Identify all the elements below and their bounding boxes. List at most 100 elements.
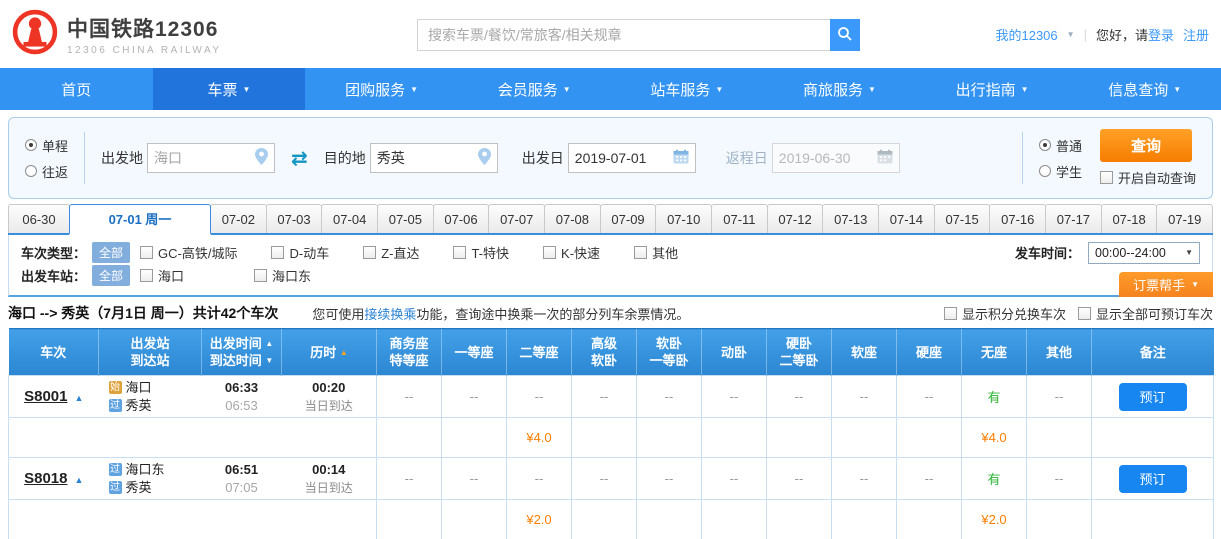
sort-asc-icon[interactable]: ▲ <box>340 348 348 357</box>
nav-item-4[interactable]: 站车服务▼ <box>611 68 764 110</box>
show-all-bookable-checkbox[interactable]: 显示全部可预订车次 <box>1078 304 1213 323</box>
train-type-checkbox-5[interactable]: 其他 <box>634 243 678 262</box>
search-input[interactable] <box>417 19 830 51</box>
register-link[interactable]: 注册 <box>1183 25 1209 44</box>
col-header-0: 车次 <box>9 329 99 376</box>
brand-logo[interactable]: 中国铁路12306 12306 CHINA RAILWAY <box>12 9 222 60</box>
date-tab-07-15[interactable]: 07-15 <box>934 204 991 235</box>
show-points-trains-checkbox[interactable]: 显示积分兑换车次 <box>944 304 1066 323</box>
train-type-checkbox-0[interactable]: GC-高铁/城际 <box>140 243 237 262</box>
train-number-link[interactable]: S8001 <box>24 388 67 405</box>
date-tab-07-06[interactable]: 07-06 <box>433 204 490 235</box>
normal-ticket-radio[interactable]: 普通 <box>1039 136 1082 155</box>
to-city-input[interactable] <box>377 150 478 166</box>
train-number-link[interactable]: S8018 <box>24 470 67 487</box>
depart-date-field[interactable] <box>568 143 696 173</box>
date-tab-07-01[interactable]: 07-01 周一 <box>69 204 211 235</box>
col-header-2[interactable]: 出发时间 ▲到达时间 ▼ <box>202 329 282 376</box>
nav-item-7[interactable]: 信息查询▼ <box>1068 68 1221 110</box>
date-tab-07-14[interactable]: 07-14 <box>878 204 935 235</box>
from-city-field[interactable] <box>147 143 275 173</box>
date-tab-07-09[interactable]: 07-09 <box>600 204 657 235</box>
price-cell <box>702 500 767 539</box>
train-type-all-badge[interactable]: 全部 <box>92 242 130 263</box>
checkbox-icon <box>944 307 957 320</box>
seat-availability-cell: -- <box>702 458 767 500</box>
transfer-link[interactable]: 接续换乘 <box>364 307 416 322</box>
nav-item-5[interactable]: 商旅服务▼ <box>763 68 916 110</box>
nav-item-2[interactable]: 团购服务▼ <box>305 68 458 110</box>
date-tab-07-18[interactable]: 07-18 <box>1101 204 1158 235</box>
date-tab-07-12[interactable]: 07-12 <box>767 204 824 235</box>
transfer-tip: 您可使用接续换乘功能，查询途中换乘一次的部分列车余票情况。 <box>312 304 689 323</box>
one-way-radio[interactable]: 单程 <box>25 136 68 155</box>
times-cell: 06:5107:05 <box>202 458 282 500</box>
chevron-down-icon: ▼ <box>1067 30 1075 39</box>
train-type-checkbox-2[interactable]: Z-直达 <box>363 243 419 262</box>
login-link[interactable]: 登录 <box>1148 28 1174 43</box>
round-trip-radio[interactable]: 往返 <box>25 162 68 181</box>
train-type-checkbox-1[interactable]: D-动车 <box>271 243 329 262</box>
station-all-badge[interactable]: 全部 <box>92 265 130 286</box>
col-header-8: 软卧一等卧 <box>637 329 702 376</box>
book-button[interactable]: 预订 <box>1119 465 1187 493</box>
checkbox-icon <box>254 269 267 282</box>
depart-time-select[interactable]: 00:00--24:00 ▼ <box>1088 242 1200 264</box>
student-ticket-radio[interactable]: 学生 <box>1039 162 1082 181</box>
query-button[interactable]: 查询 <box>1100 129 1192 162</box>
date-tab-07-07[interactable]: 07-07 <box>488 204 545 235</box>
from-city-input[interactable] <box>154 150 255 166</box>
train-type-checkbox-4[interactable]: K-快速 <box>543 243 600 262</box>
sort-asc-icon[interactable]: ▲ <box>265 339 273 348</box>
station-badge-icon: 过 <box>109 463 122 476</box>
date-tab-07-19[interactable]: 07-19 <box>1156 204 1213 235</box>
nav-item-1[interactable]: 车票▼ <box>153 68 306 110</box>
passenger-type-group: 普通 学生 <box>1039 136 1082 181</box>
seat-availability-cell: -- <box>832 458 897 500</box>
price-cell <box>442 500 507 539</box>
collapse-icon[interactable]: ▲ <box>74 393 83 403</box>
seat-availability-cell: -- <box>572 458 637 500</box>
date-tab-07-03[interactable]: 07-03 <box>266 204 323 235</box>
china-railway-logo-icon <box>12 9 58 60</box>
divider: | <box>1084 27 1087 42</box>
seat-availability-cell: -- <box>442 458 507 500</box>
date-tab-07-05[interactable]: 07-05 <box>377 204 434 235</box>
sort-desc-icon[interactable]: ▼ <box>265 356 273 365</box>
date-tab-07-02[interactable]: 07-02 <box>210 204 267 235</box>
date-tab-07-11[interactable]: 07-11 <box>711 204 768 235</box>
depart-station-checkbox-0[interactable]: 海口 <box>140 266 184 285</box>
chevron-down-icon: ▼ <box>868 85 876 94</box>
book-button[interactable]: 预订 <box>1119 383 1187 411</box>
my-12306-link[interactable]: 我的12306 <box>995 25 1057 44</box>
col-header-3[interactable]: 历时 ▲ <box>282 329 377 376</box>
train-type-checkbox-3[interactable]: T-特快 <box>453 243 509 262</box>
checkbox-icon <box>543 246 556 259</box>
search-button[interactable] <box>830 19 860 51</box>
nav-item-6[interactable]: 出行指南▼ <box>916 68 1069 110</box>
auto-query-checkbox[interactable]: 开启自动查询 <box>1100 168 1196 187</box>
date-tab-06-30[interactable]: 06-30 <box>8 204 70 235</box>
checkbox-icon <box>271 246 284 259</box>
nav-item-3[interactable]: 会员服务▼ <box>458 68 611 110</box>
date-tab-07-10[interactable]: 07-10 <box>655 204 712 235</box>
date-tab-07-17[interactable]: 07-17 <box>1045 204 1102 235</box>
stations-cell: 过海口东过秀英 <box>99 458 202 500</box>
date-tab-07-04[interactable]: 07-04 <box>321 204 378 235</box>
depart-date-input[interactable] <box>575 150 673 166</box>
depart-station-label: 出发车站： <box>21 266 86 285</box>
date-tab-07-08[interactable]: 07-08 <box>544 204 601 235</box>
date-tab-07-13[interactable]: 07-13 <box>822 204 879 235</box>
collapse-icon[interactable]: ▲ <box>74 475 83 485</box>
depart-station-checkbox-1[interactable]: 海口东 <box>254 266 311 285</box>
booking-helper-tab[interactable]: 订票帮手 ▼ <box>1119 272 1213 297</box>
nav-item-0[interactable]: 首页 <box>0 68 153 110</box>
date-tab-07-16[interactable]: 07-16 <box>989 204 1046 235</box>
search-icon <box>837 26 853 45</box>
swap-stations-icon[interactable]: ⇄ <box>291 146 308 171</box>
location-pin-icon <box>478 148 491 168</box>
radio-icon <box>1039 139 1051 151</box>
to-city-field[interactable] <box>370 143 498 173</box>
price-cell <box>897 418 962 458</box>
location-pin-icon <box>255 148 268 168</box>
